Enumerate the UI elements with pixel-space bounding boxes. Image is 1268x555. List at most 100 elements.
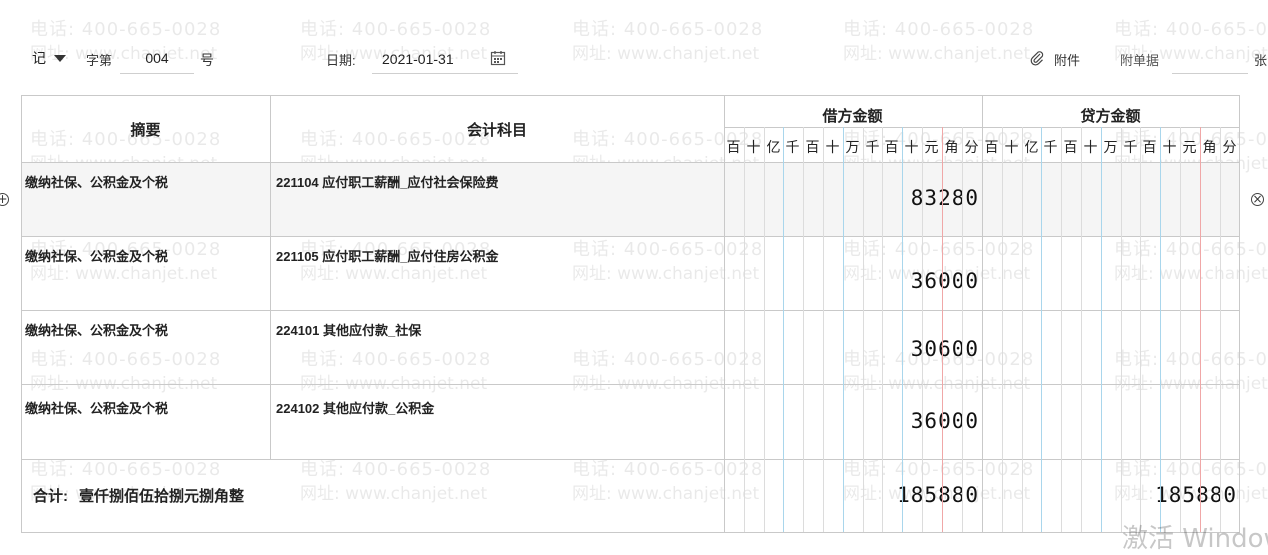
zhang-label: 张 [1254, 53, 1268, 68]
row-summary[interactable]: 缴纳社保、公积金及个税 [25, 172, 168, 191]
grid-line [21, 162, 1239, 163]
attach-docs-input[interactable] [1172, 44, 1248, 74]
digit-divider [744, 127, 745, 532]
voucher-table: 摘要 会计科目 借方金额 贷方金额 缴纳社保、公积金及个税 221104 应付职… [21, 95, 1241, 533]
digit-divider [823, 127, 824, 532]
amount-unit-header: 百 [1142, 140, 1157, 156]
grid-line [1239, 95, 1240, 533]
digit-divider [803, 127, 804, 532]
grid-line [724, 127, 1239, 128]
amount-unit-header: 百 [1063, 140, 1078, 156]
amount-unit-header: 分 [1222, 140, 1237, 156]
row-summary[interactable]: 缴纳社保、公积金及个税 [25, 320, 168, 339]
row-debit-amount[interactable]: 83280 [724, 186, 979, 210]
amount-unit-header: 元 [1182, 140, 1197, 156]
amount-unit-header: 亿 [766, 140, 781, 156]
calendar-icon[interactable] [490, 50, 506, 66]
digit-divider [1022, 127, 1023, 532]
date-input[interactable]: 2021-01-31 [372, 44, 518, 74]
grid-line [21, 532, 1239, 533]
digit-divider [922, 127, 923, 532]
voucher-type-value: 记 [32, 50, 46, 66]
digit-divider [1200, 127, 1201, 532]
digit-divider [1220, 127, 1221, 532]
row-account[interactable]: 221105 应付职工薪酬_应付住房公积金 [276, 246, 499, 265]
account-column-header: 会计科目 [466, 122, 527, 139]
amount-unit-header: 百 [884, 140, 899, 156]
digit-divider [1041, 127, 1042, 532]
total-credit-amount: 185880 [1155, 483, 1237, 507]
digit-divider [1180, 127, 1181, 532]
amount-unit-header: 十 [1083, 140, 1098, 156]
grid-line [982, 95, 983, 533]
voucher-type-select[interactable]: 记 [32, 48, 66, 68]
grid-line [21, 459, 1239, 460]
total-label: 合计: [33, 488, 68, 505]
digit-divider [1061, 127, 1062, 532]
total-amount-words: 壹仟捌佰伍拾捌元捌角整 [79, 488, 245, 505]
amount-unit-header: 万 [845, 140, 860, 156]
row-debit-amount[interactable]: 36000 [724, 269, 979, 293]
digit-divider [962, 127, 963, 532]
row-summary[interactable]: 缴纳社保、公积金及个税 [25, 398, 168, 417]
date-value: 2021-01-31 [382, 51, 454, 67]
digit-divider [1160, 127, 1161, 532]
amount-unit-header: 千 [1123, 140, 1138, 156]
plus-circle-icon[interactable]: + [0, 193, 9, 206]
zi-label: 字第 [86, 53, 113, 68]
grid-line [21, 95, 22, 533]
digit-divider [1002, 127, 1003, 532]
row-debit-amount[interactable]: 30600 [724, 337, 979, 361]
amount-unit-header: 十 [904, 140, 919, 156]
digit-divider [863, 127, 864, 532]
paperclip-icon[interactable] [1030, 50, 1044, 69]
windows-activation-watermark: 激活 Windows [1122, 524, 1268, 554]
grid-line [21, 310, 1239, 311]
voucher-number-input[interactable]: 004 [120, 44, 194, 74]
amount-unit-header: 千 [865, 140, 880, 156]
amount-unit-header: 十 [746, 140, 761, 156]
digit-divider [1140, 127, 1141, 532]
total-debit-amount: 185880 [897, 483, 979, 507]
attach-docs-label: 附单据 [1120, 53, 1160, 68]
amount-unit-header: 万 [1103, 140, 1118, 156]
date-label: 日期: [326, 53, 356, 68]
digit-divider [1081, 127, 1082, 532]
amount-unit-header: 分 [964, 140, 979, 156]
voucher-header: 记 字第 004 号 日期: 2021-01-31 附件 附单据 张 [0, 44, 1268, 74]
close-circle-icon[interactable]: × [1251, 193, 1264, 206]
amount-unit-header: 角 [1202, 140, 1217, 156]
grid-line [21, 95, 1239, 96]
amount-unit-header: 百 [984, 140, 999, 156]
row-account[interactable]: 221104 应付职工薪酬_应付社会保险费 [276, 172, 499, 191]
hao-label: 号 [200, 52, 214, 68]
row-debit-amount[interactable]: 36000 [724, 409, 979, 433]
attachment-button[interactable]: 附件 [1054, 50, 1080, 69]
summary-column-header: 摘要 [130, 122, 161, 139]
digit-divider [764, 127, 765, 532]
amount-unit-header: 十 [825, 140, 840, 156]
digit-divider [843, 127, 844, 532]
amount-unit-header: 亿 [1024, 140, 1039, 156]
credit-column-header: 贷方金额 [1080, 108, 1141, 125]
digit-divider [1101, 127, 1102, 532]
grid-line [724, 95, 725, 533]
amount-unit-header: 千 [1043, 140, 1058, 156]
amount-unit-header: 十 [1004, 140, 1019, 156]
digit-divider [882, 127, 883, 532]
digit-divider [902, 127, 903, 532]
row-account[interactable]: 224101 其他应付款_社保 [276, 320, 421, 339]
amount-unit-header: 千 [785, 140, 800, 156]
amount-unit-header: 百 [726, 140, 741, 156]
amount-unit-header: 十 [1162, 140, 1177, 156]
amount-unit-header: 角 [944, 140, 959, 156]
row-summary[interactable]: 缴纳社保、公积金及个税 [25, 246, 168, 265]
debit-column-header: 借方金额 [822, 108, 883, 125]
digit-divider [942, 127, 943, 532]
chevron-down-icon [54, 54, 66, 62]
amount-unit-header: 元 [924, 140, 939, 156]
grid-line [21, 236, 1239, 237]
grid-line [270, 95, 271, 459]
row-account[interactable]: 224102 其他应付款_公积金 [276, 398, 434, 417]
digit-divider [1121, 127, 1122, 532]
